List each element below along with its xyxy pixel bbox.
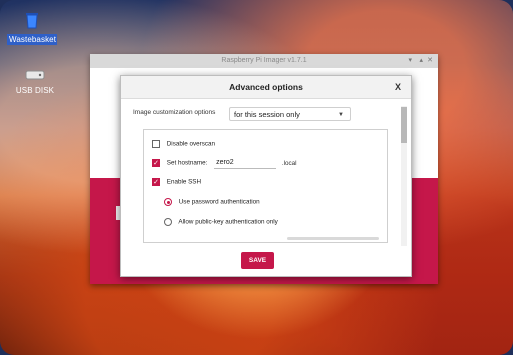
- close-icon[interactable]: ✕: [427, 54, 433, 68]
- disable-overscan-row[interactable]: Disable overscan: [152, 140, 215, 148]
- trash-icon: [26, 13, 38, 29]
- password-auth-label: Use password authentication: [178, 198, 260, 206]
- window-titlebar: Raspberry Pi Imager v1.7.1 ▾ ▴ ✕: [90, 54, 438, 68]
- set-hostname-label: Set hostname:: [166, 159, 208, 167]
- set-hostname-row[interactable]: ✓ Set hostname: .local: [152, 157, 297, 169]
- desktop-icon-label: USB DISK: [15, 86, 55, 95]
- desktop-icon-label: Wastebasket: [7, 34, 57, 45]
- enable-ssh-label: Enable SSH: [166, 178, 202, 186]
- enable-ssh-row[interactable]: ✓ Enable SSH: [152, 178, 201, 186]
- dialog-title: Advanced options: [229, 82, 303, 92]
- options-scrollbar[interactable]: [401, 106, 407, 246]
- desktop-icon-usb-disk[interactable]: USB DISK: [12, 68, 58, 95]
- usb-disk-icon: [25, 70, 45, 80]
- pubkey-auth-row[interactable]: Allow public-key authentication only: [164, 218, 278, 226]
- disable-overscan-label: Disable overscan: [166, 140, 216, 148]
- customization-selected-value: for this session only: [234, 110, 300, 119]
- advanced-options-dialog: Advanced options X Image customization o…: [120, 75, 412, 277]
- hostname-suffix: .local: [281, 159, 297, 167]
- options-panel: Disable overscan ✓ Set hostname: .local …: [143, 129, 388, 243]
- save-button[interactable]: SAVE: [241, 252, 274, 269]
- truncated-text-line: [287, 237, 379, 240]
- minimize-icon[interactable]: ▾: [408, 54, 412, 68]
- enable-ssh-checkbox[interactable]: ✓: [152, 178, 160, 186]
- customization-label: Image customization options: [133, 109, 216, 116]
- customization-dropdown[interactable]: for this session only ▼: [229, 107, 351, 121]
- scrollbar-thumb[interactable]: [401, 107, 407, 143]
- maximize-icon[interactable]: ▴: [419, 54, 423, 68]
- desktop-icon-wastebasket[interactable]: Wastebasket: [7, 10, 57, 45]
- pubkey-auth-radio[interactable]: [164, 218, 172, 226]
- hostname-input[interactable]: [214, 157, 277, 169]
- dialog-titlebar: Advanced options X: [121, 76, 411, 99]
- window-title: Raspberry Pi Imager v1.7.1: [221, 57, 307, 64]
- password-auth-row[interactable]: Use password authentication: [164, 198, 260, 206]
- password-auth-radio[interactable]: [164, 198, 172, 206]
- dropdown-caret-icon: ▼: [338, 112, 344, 118]
- set-hostname-checkbox[interactable]: ✓: [152, 159, 160, 167]
- disable-overscan-checkbox[interactable]: [152, 140, 160, 148]
- dialog-close-button[interactable]: X: [395, 76, 401, 98]
- pubkey-auth-label: Allow public-key authentication only: [178, 218, 278, 226]
